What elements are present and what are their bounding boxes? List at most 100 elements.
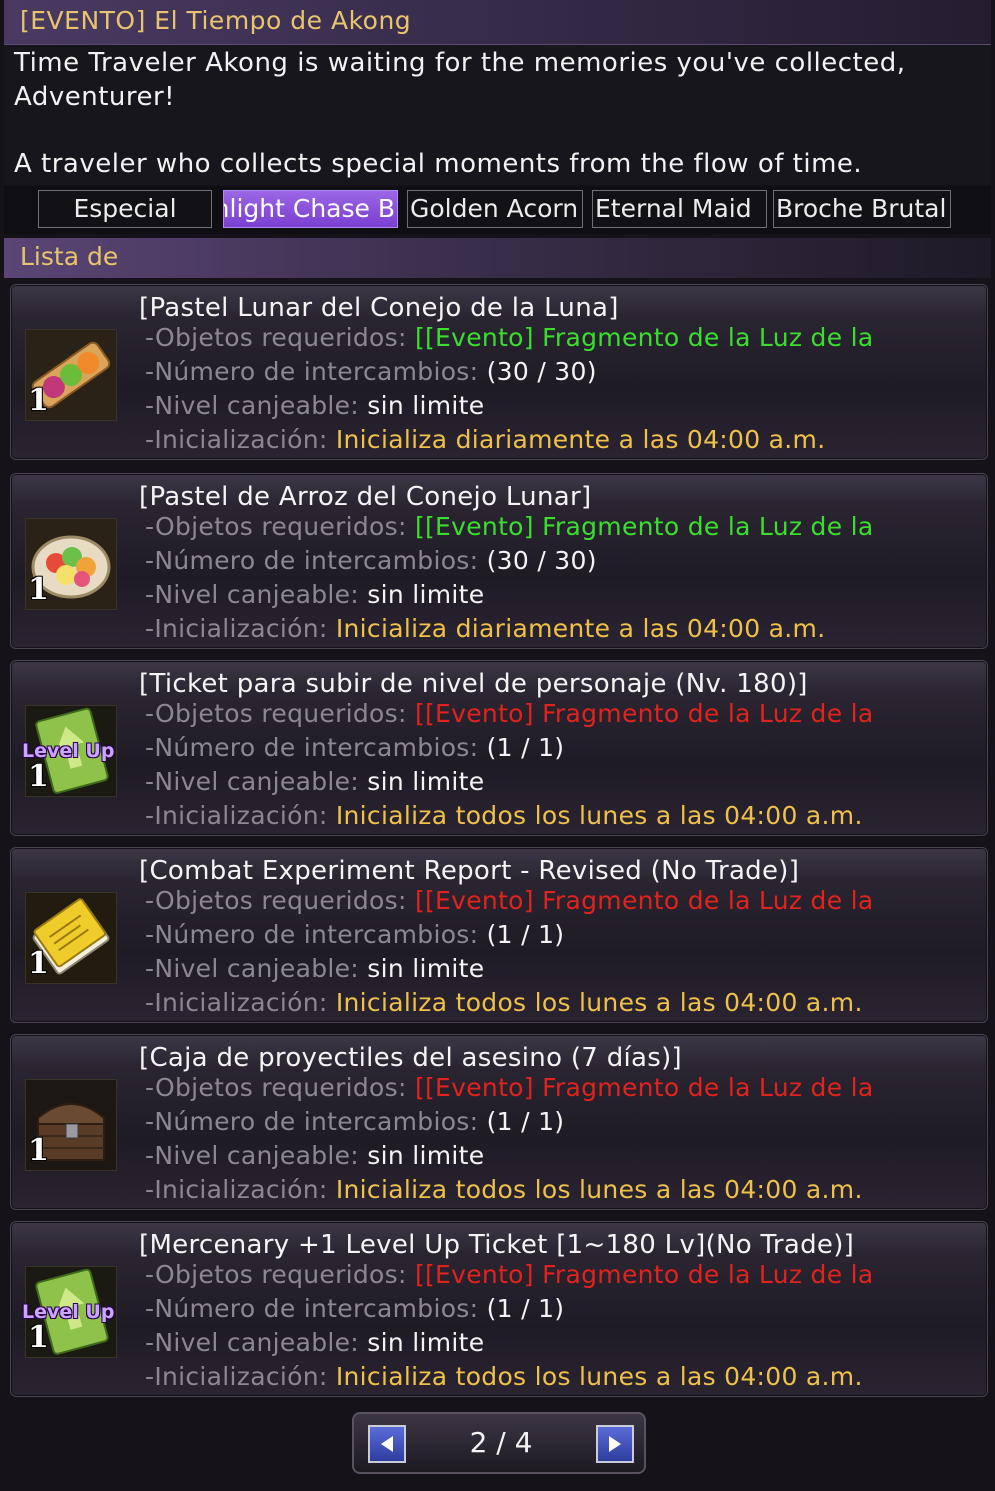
reset-label: -Inicialización: bbox=[145, 1362, 328, 1391]
item-count: 1 bbox=[28, 1133, 49, 1168]
level-value: sin limite bbox=[367, 1328, 485, 1357]
level-row: -Nivel canjeable: sin limite bbox=[145, 954, 484, 983]
exchanges-row: -Número de intercambios: (30 / 30) bbox=[145, 546, 597, 575]
tab-broche-brutal[interactable]: Broche Brutal bbox=[773, 190, 951, 228]
list-item[interactable]: 1 [Pastel Lunar del Conejo de la Luna] -… bbox=[10, 284, 988, 460]
reset-row: -Inicialización: Inicializa todos los lu… bbox=[145, 801, 863, 830]
list-item[interactable]: 1 [Caja de proyectiles del asesino (7 dí… bbox=[10, 1034, 988, 1210]
exchanges-value: (1 / 1) bbox=[486, 1294, 565, 1323]
reset-value: Inicializa todos los lunes a las 04:00 a… bbox=[335, 801, 863, 830]
arrow-right-icon bbox=[609, 1436, 621, 1452]
required-label: -Objetos requeridos: bbox=[145, 512, 407, 541]
level-row: -Nivel canjeable: sin limite bbox=[145, 580, 484, 609]
required-row: -Objetos requeridos: [[Evento] Fragmento… bbox=[145, 1073, 874, 1102]
item-name: [Caja de proyectiles del asesino (7 días… bbox=[139, 1043, 682, 1073]
exchanges-row: -Número de intercambios: (1 / 1) bbox=[145, 733, 564, 762]
item-count: 1 bbox=[28, 759, 49, 794]
level-row: -Nivel canjeable: sin limite bbox=[145, 767, 484, 796]
reset-row: -Inicialización: Inicializa diariamente … bbox=[145, 614, 825, 643]
required-value: [[Evento] Fragmento de la Luz de la bbox=[414, 512, 874, 541]
required-label: -Objetos requeridos: bbox=[145, 699, 407, 728]
tab-moonlight-chase[interactable]: Moonlight Chase B bbox=[223, 190, 398, 228]
required-row: -Objetos requeridos: [[Evento] Fragmento… bbox=[145, 512, 874, 541]
required-label: -Objetos requeridos: bbox=[145, 323, 407, 352]
level-row: -Nivel canjeable: sin limite bbox=[145, 391, 484, 420]
level-label: -Nivel canjeable: bbox=[145, 580, 360, 609]
page-indicator: 2 / 4 bbox=[469, 1426, 533, 1459]
required-value: [[Evento] Fragmento de la Luz de la bbox=[414, 1260, 874, 1289]
item-count: 1 bbox=[28, 946, 49, 981]
exchanges-value: (30 / 30) bbox=[486, 546, 597, 575]
item-slot[interactable]: 1 bbox=[25, 329, 117, 421]
item-slot[interactable]: Level Up 1 bbox=[22, 1266, 117, 1358]
list-item[interactable]: 1 [Combat Experiment Report - Revised (N… bbox=[10, 847, 988, 1023]
exchanges-label: -Número de intercambios: bbox=[145, 357, 479, 386]
reset-label: -Inicialización: bbox=[145, 988, 328, 1017]
required-value: [[Evento] Fragmento de la Luz de la bbox=[414, 886, 874, 915]
reset-value: Inicializa todos los lunes a las 04:00 a… bbox=[335, 1362, 863, 1391]
exchanges-label: -Número de intercambios: bbox=[145, 1107, 479, 1136]
level-label: -Nivel canjeable: bbox=[145, 954, 360, 983]
exchanges-value: (1 / 1) bbox=[486, 1107, 565, 1136]
required-value: [[Evento] Fragmento de la Luz de la bbox=[414, 1073, 874, 1102]
arrow-left-icon bbox=[381, 1436, 393, 1452]
required-row: -Objetos requeridos: [[Evento] Fragmento… bbox=[145, 699, 874, 728]
reset-value: Inicializa diariamente a las 04:00 a.m. bbox=[335, 614, 826, 643]
item-slot[interactable]: 1 bbox=[25, 518, 117, 610]
required-value: [[Evento] Fragmento de la Luz de la bbox=[414, 699, 874, 728]
tab-golden-acorn[interactable]: Golden Acorn bbox=[407, 190, 583, 228]
level-label: -Nivel canjeable: bbox=[145, 1141, 360, 1170]
tab-eternal-maid[interactable]: Eternal Maid bbox=[592, 190, 767, 228]
exchanges-label: -Número de intercambios: bbox=[145, 546, 479, 575]
item-name: [Pastel Lunar del Conejo de la Luna] bbox=[139, 293, 619, 323]
level-value: sin limite bbox=[367, 1141, 485, 1170]
reset-value: Inicializa diariamente a las 04:00 a.m. bbox=[335, 425, 826, 454]
required-label: -Objetos requeridos: bbox=[145, 1260, 407, 1289]
item-count: 1 bbox=[28, 383, 49, 418]
level-row: -Nivel canjeable: sin limite bbox=[145, 1328, 484, 1357]
window-title-bar: [EVENTO] El Tiempo de Akong bbox=[4, 0, 991, 45]
tab-label: Eternal Maid bbox=[595, 194, 752, 223]
item-count: 1 bbox=[28, 1320, 49, 1355]
prev-page-button[interactable] bbox=[368, 1425, 406, 1463]
level-value: sin limite bbox=[367, 954, 485, 983]
list-item[interactable]: 1 [Pastel de Arroz del Conejo Lunar] -Ob… bbox=[10, 473, 988, 649]
intro-line: Time Traveler Akong is waiting for the m… bbox=[14, 48, 906, 78]
exchanges-label: -Número de intercambios: bbox=[145, 733, 479, 762]
reset-row: -Inicialización: Inicializa todos los lu… bbox=[145, 1175, 863, 1204]
level-value: sin limite bbox=[367, 580, 485, 609]
required-label: -Objetos requeridos: bbox=[145, 1073, 407, 1102]
level-label: -Nivel canjeable: bbox=[145, 767, 360, 796]
exchanges-label: -Número de intercambios: bbox=[145, 1294, 479, 1323]
pagination: 2 / 4 bbox=[352, 1412, 646, 1474]
window-title: [EVENTO] El Tiempo de Akong bbox=[20, 6, 412, 35]
list-item[interactable]: Level Up 1 [Ticket para subir de nivel d… bbox=[10, 660, 988, 836]
exchanges-label: -Número de intercambios: bbox=[145, 920, 479, 949]
reset-value: Inicializa todos los lunes a las 04:00 a… bbox=[335, 1175, 863, 1204]
reset-row: -Inicialización: Inicializa todos los lu… bbox=[145, 1362, 863, 1391]
reset-label: -Inicialización: bbox=[145, 801, 328, 830]
list-item[interactable]: Level Up 1 [Mercenary +1 Level Up Ticket… bbox=[10, 1221, 988, 1397]
next-page-button[interactable] bbox=[596, 1425, 634, 1463]
exchanges-row: -Número de intercambios: (1 / 1) bbox=[145, 920, 564, 949]
required-value: [[Evento] Fragmento de la Luz de la bbox=[414, 323, 874, 352]
item-name: [Pastel de Arroz del Conejo Lunar] bbox=[139, 482, 592, 512]
item-slot[interactable]: 1 bbox=[25, 892, 117, 984]
tab-label: Golden Acorn bbox=[410, 194, 579, 223]
level-row: -Nivel canjeable: sin limite bbox=[145, 1141, 484, 1170]
required-label: -Objetos requeridos: bbox=[145, 886, 407, 915]
item-slot[interactable]: Level Up 1 bbox=[22, 705, 117, 797]
exchanges-value: (1 / 1) bbox=[486, 920, 565, 949]
reset-row: -Inicialización: Inicializa todos los lu… bbox=[145, 988, 863, 1017]
reset-label: -Inicialización: bbox=[145, 425, 328, 454]
item-name: [Combat Experiment Report - Revised (No … bbox=[139, 856, 800, 886]
tab-label: Moonlight Chase B bbox=[224, 194, 395, 223]
level-value: sin limite bbox=[367, 391, 485, 420]
item-name: [Ticket para subir de nivel de personaje… bbox=[139, 669, 808, 699]
tab-especial[interactable]: Especial bbox=[38, 190, 212, 228]
item-slot[interactable]: 1 bbox=[25, 1079, 117, 1171]
reset-label: -Inicialización: bbox=[145, 614, 328, 643]
level-label: -Nivel canjeable: bbox=[145, 1328, 360, 1357]
tab-label: Broche Brutal bbox=[776, 194, 947, 223]
required-row: -Objetos requeridos: [[Evento] Fragmento… bbox=[145, 1260, 874, 1289]
